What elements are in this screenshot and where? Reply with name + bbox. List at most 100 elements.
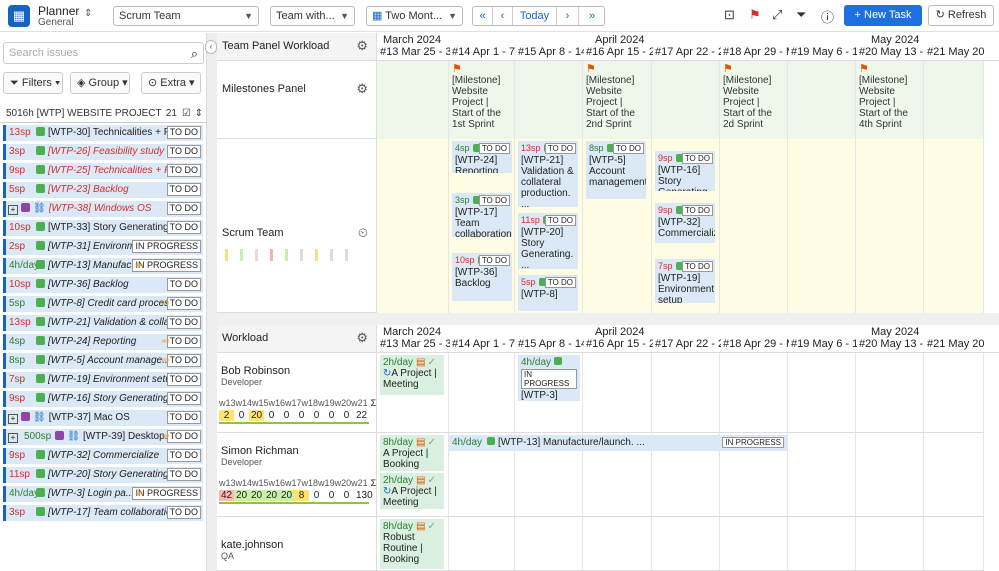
flag-icon[interactable]: ⚑ bbox=[749, 7, 761, 23]
list-item[interactable]: 13sp[WTP-21] Validation & collate...TO D… bbox=[3, 315, 203, 331]
list-item[interactable]: 13sp[WTP-30] Technicalities + Pro...TO D… bbox=[3, 125, 203, 141]
workload-cell[interactable] bbox=[856, 433, 924, 517]
forward-icon[interactable]: › bbox=[557, 7, 579, 25]
scrum-card[interactable]: 9spTO DO[WTP-16] Story Generating. ... bbox=[655, 151, 715, 191]
fullscreen-icon[interactable]: ⤢ bbox=[772, 7, 782, 23]
filters-button[interactable]: ⏷ Filters ▾ bbox=[3, 72, 63, 94]
workload-cell[interactable] bbox=[652, 353, 720, 433]
scrum-cell[interactable] bbox=[377, 139, 449, 313]
workload-cell[interactable] bbox=[788, 353, 856, 433]
scrum-card[interactable]: 9spTO DO[WTP-32] Commercialize bbox=[655, 203, 715, 243]
milestone-cell[interactable] bbox=[924, 61, 984, 139]
today-button[interactable]: Today bbox=[513, 7, 557, 25]
workload-cell[interactable] bbox=[788, 517, 856, 571]
scrum-card[interactable]: 8spTO DO[WTP-5] Account management bbox=[586, 141, 646, 199]
list-item[interactable]: 4sp[WTP-24] ReportingTO DO═ bbox=[3, 334, 203, 350]
team-with-select[interactable]: Team with...▼ bbox=[270, 6, 355, 26]
workload-item[interactable]: 4h/day[WTP-13] Manufacture/launch. ...IN… bbox=[449, 435, 787, 451]
list-item[interactable]: 9sp[WTP-32] CommercializeTO DO bbox=[3, 448, 203, 464]
scrum-cell[interactable] bbox=[788, 139, 856, 313]
workload-cell[interactable] bbox=[720, 517, 788, 571]
milestone-item[interactable]: ⚑[Milestone] Website Project | Start of … bbox=[723, 64, 783, 130]
scrum-card[interactable]: 13spTO DO[WTP-21] Validation & collatera… bbox=[518, 141, 578, 207]
workload-cell[interactable] bbox=[924, 353, 984, 433]
workload-item[interactable]: 8h/day▤✓A Project | Booking bbox=[380, 435, 444, 471]
collapse-sidebar-icon[interactable]: ‹ bbox=[205, 40, 217, 54]
workload-cell[interactable] bbox=[856, 517, 924, 571]
milestone-cell[interactable] bbox=[652, 61, 720, 139]
group-button[interactable]: ◈ Group ▾ bbox=[70, 72, 130, 94]
list-item[interactable]: 9sp[WTP-25] Technicalities + Pro...TO DO bbox=[3, 163, 203, 179]
list-item[interactable]: 8sp[WTP-5] Account manage...TO DO═ bbox=[3, 353, 203, 369]
gear-icon[interactable]: ⚙ bbox=[356, 81, 368, 97]
list-item[interactable]: 4h/day[WTP-3] Login pa...IN PROGRESS═ bbox=[3, 486, 203, 502]
gear-icon[interactable]: ⚙ bbox=[356, 330, 368, 346]
workload-cell[interactable] bbox=[924, 433, 984, 517]
workload-item[interactable]: 2h/day▤✓↻A Project | Meeting bbox=[380, 355, 444, 395]
workload-cell[interactable] bbox=[720, 353, 788, 433]
workload-cell[interactable] bbox=[652, 517, 720, 571]
expand-icon[interactable]: + bbox=[8, 205, 18, 215]
milestone-item[interactable]: ⚑[Milestone] Website Project | Start of … bbox=[452, 64, 512, 130]
fast-back-icon[interactable]: « bbox=[473, 7, 493, 25]
milestone-cell[interactable] bbox=[788, 61, 856, 139]
team-select[interactable]: Scrum Team▼ bbox=[113, 6, 259, 26]
focus-icon[interactable]: ⊡ bbox=[724, 7, 735, 23]
milestone-item[interactable]: ⚑[Milestone] Website Project | Start of … bbox=[859, 64, 919, 130]
milestone-item[interactable]: ⚑[Milestone] Website Project | Start of … bbox=[586, 64, 646, 130]
workload-item[interactable]: 4h/dayIN PROGRESS[WTP-3] Login page bbox=[518, 355, 580, 401]
new-task-button[interactable]: + New Task bbox=[844, 5, 922, 26]
list-item[interactable]: 10sp[WTP-33] Story Generating. ...TO DO bbox=[3, 220, 203, 236]
list-item[interactable]: 3sp[WTP-17] Team collaborationTO DO bbox=[3, 505, 203, 521]
scrum-cell[interactable] bbox=[856, 139, 924, 313]
range-select[interactable]: ▦ Two Mont...▼ bbox=[366, 6, 463, 26]
back-icon[interactable]: ‹ bbox=[493, 7, 513, 25]
filter-icon[interactable]: ⏷ bbox=[796, 7, 806, 23]
scrum-card[interactable]: 4spTO DO[WTP-24] Reporting bbox=[452, 141, 512, 173]
search-input[interactable]: Search issues⌕ bbox=[3, 42, 204, 64]
list-item[interactable]: 7sp[WTP-19] Environment setupTO DO bbox=[3, 372, 203, 388]
panel-splitter[interactable] bbox=[207, 33, 217, 571]
list-item[interactable]: 11sp[WTP-20] Story Generating. ...TO DO bbox=[3, 467, 203, 483]
workload-item[interactable]: 8h/day▤✓Robust Routine | Booking bbox=[380, 519, 444, 569]
workload-cell[interactable] bbox=[788, 433, 856, 517]
list-item[interactable]: 9sp[WTP-16] Story Generating. ...TO DO bbox=[3, 391, 203, 407]
scrum-cell[interactable] bbox=[924, 139, 984, 313]
milestone-cell[interactable] bbox=[515, 61, 583, 139]
scrum-card[interactable]: 5spTO DO[WTP-8] bbox=[518, 275, 578, 311]
gear-icon[interactable]: ⚙ bbox=[356, 38, 368, 54]
workload-cell[interactable] bbox=[856, 353, 924, 433]
expand-icon[interactable]: + bbox=[8, 433, 18, 443]
workload-cell[interactable] bbox=[515, 517, 583, 571]
scrum-card[interactable]: 7spTO DO[WTP-19] Environment setup bbox=[655, 259, 715, 303]
refresh-button[interactable]: ↻ Refresh bbox=[928, 5, 994, 26]
workload-cell[interactable] bbox=[583, 353, 652, 433]
list-item[interactable]: +⛓[WTP-37] Mac OSTO DO bbox=[3, 410, 203, 426]
workload-cell[interactable] bbox=[924, 517, 984, 571]
list-item[interactable]: 4h/day[WTP-13] Manufactu...IN PROGRESS═ bbox=[3, 258, 203, 274]
list-item[interactable]: 2sp[WTP-31] Environment ...IN PROGRESS bbox=[3, 239, 203, 255]
scrum-card[interactable]: 11spTO DO[WTP-20] Story Generating. ... bbox=[518, 213, 578, 269]
checkbox-icon[interactable]: ☑ bbox=[182, 105, 191, 123]
list-item[interactable]: 5sp[WTP-8] Credit card proces...TO DO═ bbox=[3, 296, 203, 312]
chevron-updown-icon[interactable]: ⇕ bbox=[84, 8, 92, 19]
sort-icon[interactable]: ⇕ bbox=[195, 105, 203, 123]
milestone-cell[interactable] bbox=[377, 61, 449, 139]
list-item[interactable]: 3sp[WTP-26] Feasibility study an...TO DO bbox=[3, 144, 203, 160]
list-item[interactable]: 10sp[WTP-36] BacklogTO DO bbox=[3, 277, 203, 293]
list-item[interactable]: 5sp[WTP-23] BacklogTO DO bbox=[3, 182, 203, 198]
help-icon[interactable]: ⓘ bbox=[821, 7, 834, 26]
list-item[interactable]: +500sp⛓[WTP-39] Desktop...TO DO═ bbox=[3, 429, 203, 445]
expand-icon[interactable]: + bbox=[8, 414, 18, 424]
scrum-card[interactable]: 10spTO DO[WTP-36] Backlog bbox=[452, 253, 512, 301]
list-item[interactable]: +⛓[WTP-38] Windows OSTO DO bbox=[3, 201, 203, 217]
workload-cell[interactable] bbox=[583, 517, 652, 571]
planner-app-icon[interactable]: ▦ bbox=[8, 5, 30, 27]
scrum-card[interactable]: 3spTO DO[WTP-17] Team collaboration bbox=[452, 193, 512, 237]
calendar-clock-icon[interactable]: ⏲ bbox=[358, 225, 368, 241]
workload-cell[interactable] bbox=[449, 353, 515, 433]
extra-button[interactable]: ⊙ Extra ▾ bbox=[141, 72, 201, 94]
workload-item[interactable]: 2h/day▤✓↻A Project | Meeting bbox=[380, 473, 444, 509]
scrum-cell[interactable] bbox=[720, 139, 788, 313]
workload-cell[interactable] bbox=[449, 517, 515, 571]
